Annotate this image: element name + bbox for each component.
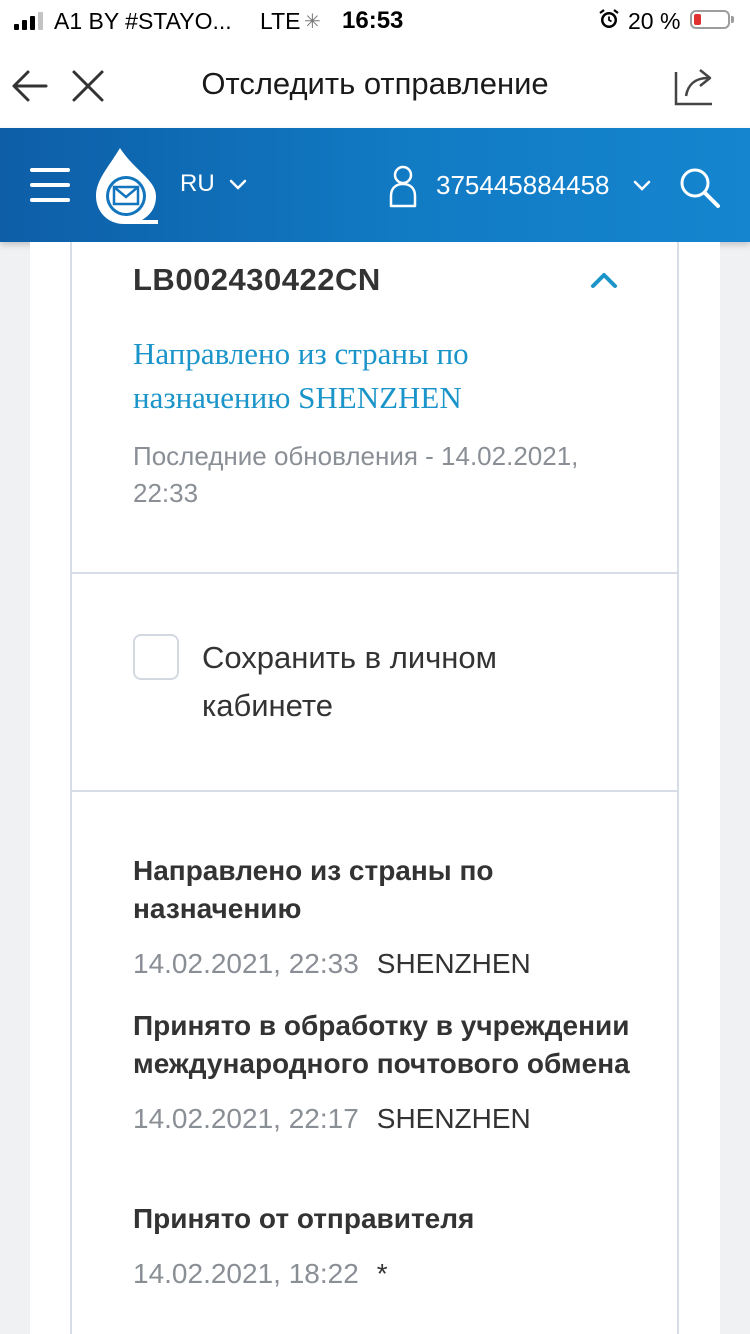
tracking-history-card: Направлено из страны по назначению 14.02…	[70, 792, 679, 1334]
event-place: *	[376, 1258, 388, 1289]
chevron-up-icon[interactable]	[589, 270, 619, 290]
clock: 16:53	[342, 7, 404, 34]
belpochta-logo	[96, 148, 158, 224]
close-icon[interactable]	[68, 64, 108, 108]
battery-percent: 20 %	[628, 8, 681, 34]
event-title: Принято в обработку в учреждении междуна…	[133, 1010, 630, 1079]
page-title: Отследить отправление	[201, 66, 549, 101]
event-place: SHENZHEN	[376, 1103, 531, 1134]
tracking-status: Направлено из страны по назначению SHENZ…	[133, 336, 469, 415]
history-event: Принято от отправителя 14.02.2021, 18:22…	[133, 1200, 633, 1290]
save-checkbox[interactable]	[133, 634, 179, 680]
hamburger-menu-icon[interactable]	[30, 168, 70, 202]
search-icon[interactable]	[678, 166, 722, 210]
chevron-down-icon[interactable]	[632, 175, 652, 195]
tracking-summary-card: LB002430422CN Направлено из страны по на…	[70, 242, 679, 574]
save-to-account-card: Сохранить в личном кабинете	[70, 574, 679, 792]
status-bar: A1 BY #STAYO... LTE ✳ 16:53 20 %	[0, 0, 750, 42]
user-icon[interactable]	[388, 164, 418, 208]
carrier-name: A1 BY #STAYO...	[54, 8, 232, 34]
loading-spinner-icon: ✳	[304, 11, 321, 33]
back-arrow-icon[interactable]	[8, 64, 52, 108]
share-icon[interactable]	[672, 62, 716, 108]
account-phone[interactable]: 375445884458	[436, 170, 610, 201]
event-title: Принято от отправителя	[133, 1203, 475, 1234]
save-checkbox-label[interactable]: Сохранить в личном кабинете	[202, 634, 622, 730]
event-date: 14.02.2021, 22:33	[133, 948, 359, 979]
event-date: 14.02.2021, 22:17	[133, 1103, 359, 1134]
site-header: RU 375445884458	[0, 128, 750, 242]
chevron-down-icon[interactable]	[228, 174, 248, 194]
language-selector[interactable]: RU	[180, 170, 215, 198]
tracking-number: LB002430422CN	[133, 262, 381, 297]
signal-icon	[14, 12, 50, 30]
event-place: SHENZHEN	[376, 948, 531, 979]
history-event: Принято в обработку в учреждении междуна…	[133, 1007, 633, 1135]
network-type: LTE	[260, 8, 301, 34]
last-update: Последние обновления - 14.02.2021, 22:33	[133, 441, 579, 508]
top-navigation-bar: Отследить отправление	[0, 42, 750, 128]
event-title: Направлено из страны по назначению	[133, 855, 494, 924]
history-event: Направлено из страны по назначению 14.02…	[133, 852, 633, 980]
alarm-icon	[599, 9, 619, 28]
event-date: 14.02.2021, 18:22	[133, 1258, 359, 1289]
battery-icon	[690, 10, 734, 29]
